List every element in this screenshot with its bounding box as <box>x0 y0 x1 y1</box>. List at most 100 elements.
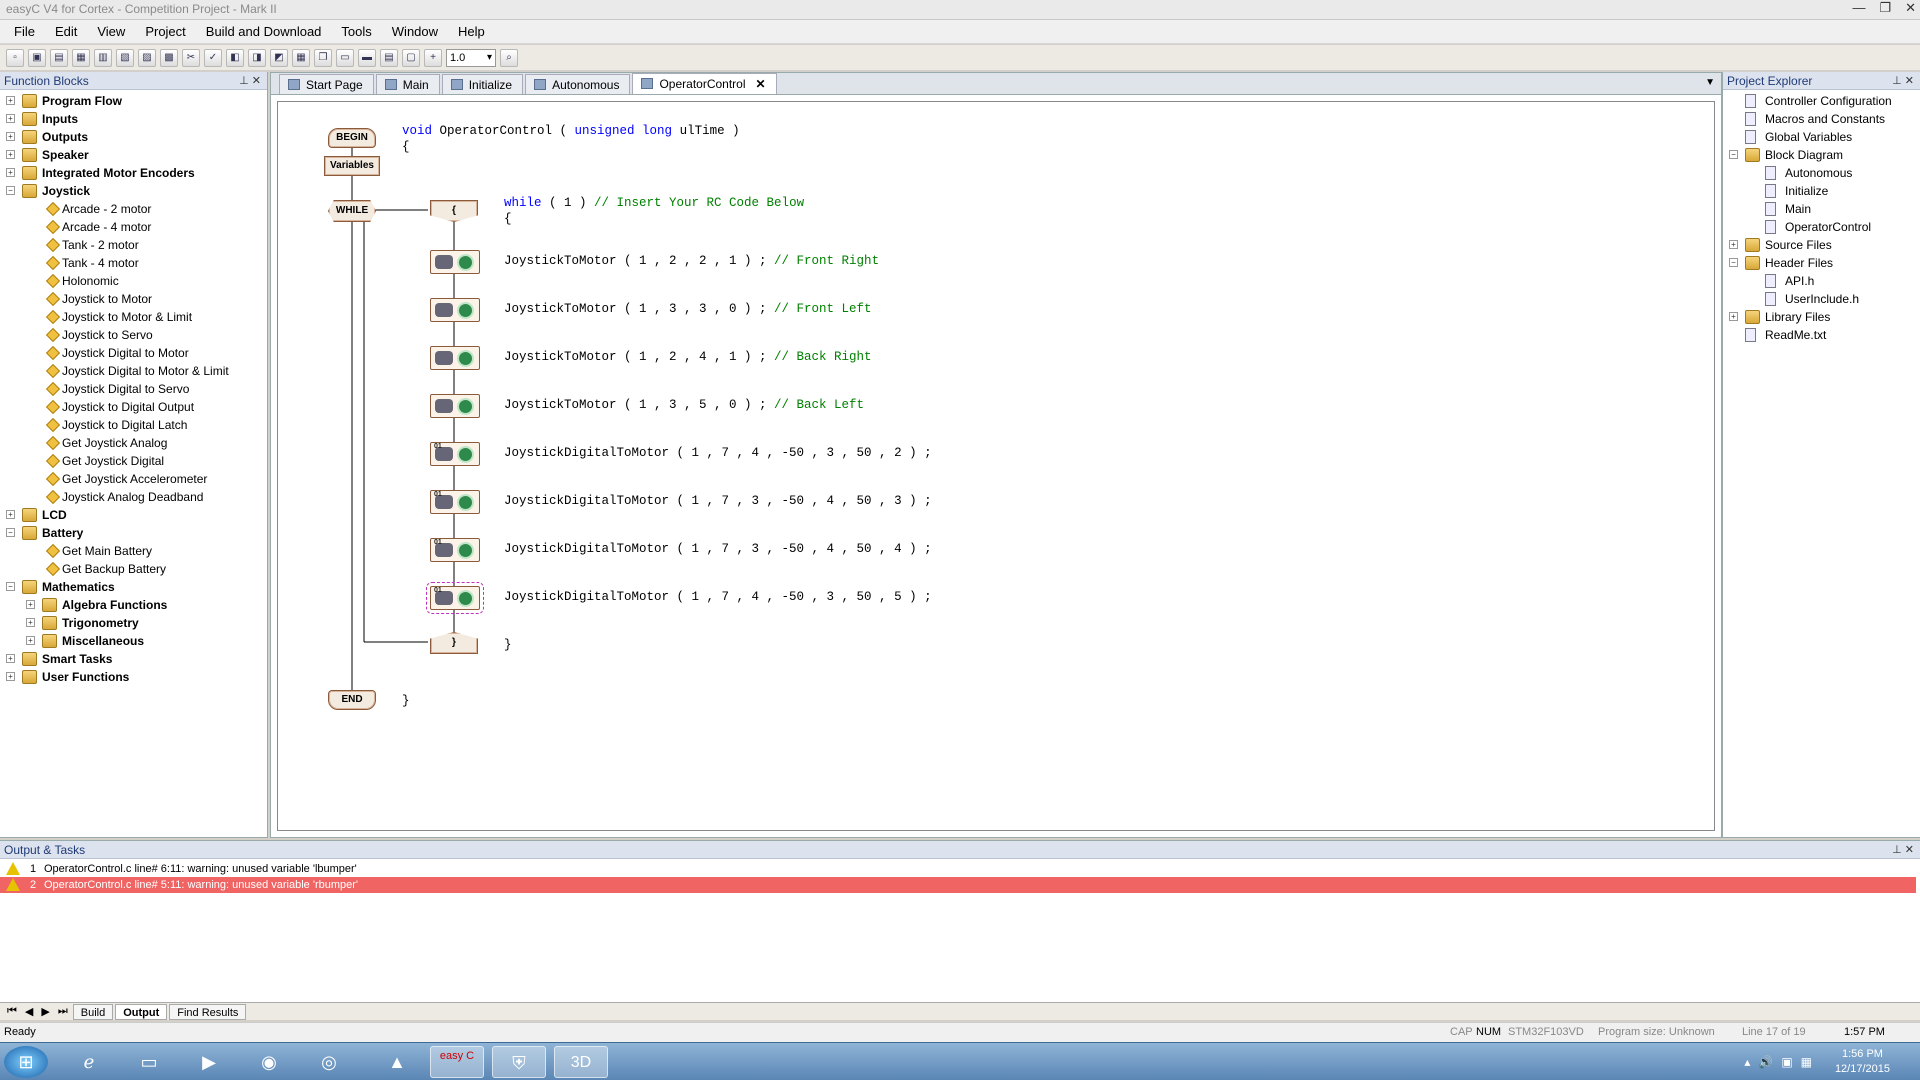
terminal-icon[interactable]: ▩ <box>160 48 178 67</box>
folder-icon[interactable]: ▢ <box>402 48 420 67</box>
tree-item[interactable]: + Program Flow <box>0 92 267 110</box>
easyc-taskbar-icon[interactable]: easy C <box>430 1046 484 1078</box>
tree-item[interactable]: OperatorControl <box>1723 218 1920 236</box>
tree-item[interactable]: Get Main Battery <box>0 542 267 560</box>
tab-start-page[interactable]: Start Page <box>279 74 374 94</box>
tree-item[interactable]: Macros and Constants <box>1723 110 1920 128</box>
tree-item[interactable]: + Smart Tasks <box>0 650 267 668</box>
tree-item[interactable]: − Battery <box>0 524 267 542</box>
maximize-button[interactable]: ❐ <box>1879 0 1891 16</box>
expand-icon[interactable]: + <box>6 168 15 177</box>
chrome-icon[interactable]: ◎ <box>302 1046 356 1078</box>
tree-item[interactable]: UserInclude.h <box>1723 290 1920 308</box>
new-file-icon[interactable]: ▫ <box>6 48 24 67</box>
minimize-button[interactable]: — <box>1852 0 1865 16</box>
joystick-digital-motor-block[interactable]: 01 <box>430 442 480 466</box>
tree-item[interactable]: Joystick Digital to Servo <box>0 380 267 398</box>
taskbar-clock[interactable]: 1:56 PM 12/17/2015 <box>1835 1047 1890 1077</box>
joystick-motor-block[interactable] <box>430 298 480 322</box>
collapse-icon[interactable]: − <box>1729 258 1738 267</box>
flowchart-canvas[interactable]: BEGIN Variables WHILE { } END void Opera… <box>277 101 1715 831</box>
check-icon[interactable]: ✓ <box>204 48 222 67</box>
tree-item[interactable]: Get Joystick Analog <box>0 434 267 452</box>
menu-view[interactable]: View <box>87 24 135 39</box>
tree-item[interactable]: ReadMe.txt <box>1723 326 1920 344</box>
tree-item[interactable]: + User Functions <box>0 668 267 686</box>
monitor-icon[interactable]: ▭ <box>336 48 354 67</box>
tree-item[interactable]: + Outputs <box>0 128 267 146</box>
begin-block[interactable]: BEGIN <box>328 128 376 148</box>
tree-item[interactable]: − Header Files <box>1723 254 1920 272</box>
tree-item[interactable]: Joystick to Digital Output <box>0 398 267 416</box>
tree-item[interactable]: + LCD <box>0 506 267 524</box>
tree-item[interactable]: − Joystick <box>0 182 267 200</box>
tree-item[interactable]: Holonomic <box>0 272 267 290</box>
cut-icon[interactable]: ✂ <box>182 48 200 67</box>
tree-item[interactable]: Initialize <box>1723 182 1920 200</box>
close-tab-icon[interactable]: ✕ <box>756 77 766 91</box>
tree-item[interactable]: Joystick Digital to Motor <box>0 344 267 362</box>
output-nav-icon[interactable]: ⏮ <box>4 1005 20 1018</box>
pin-close-icons[interactable]: ⊥ ✕ <box>1892 841 1914 859</box>
end-block[interactable]: END <box>328 690 376 710</box>
expand-icon[interactable]: + <box>6 672 15 681</box>
tree-item[interactable]: API.h <box>1723 272 1920 290</box>
tree-item[interactable]: Joystick to Motor & Limit <box>0 308 267 326</box>
expand-icon[interactable]: + <box>1729 240 1738 249</box>
tree-item[interactable]: Joystick to Digital Latch <box>0 416 267 434</box>
menu-build-and-download[interactable]: Build and Download <box>196 24 332 39</box>
joystick-digital-motor-block[interactable]: 01 <box>430 538 480 562</box>
tab-operatorcontrol[interactable]: OperatorControl ✕ <box>632 73 777 94</box>
variables-block[interactable]: Variables <box>324 156 380 176</box>
tree-item[interactable]: Get Joystick Digital <box>0 452 267 470</box>
menu-edit[interactable]: Edit <box>45 24 87 39</box>
pin-close-icons[interactable]: ⊥ ✕ <box>239 72 261 90</box>
expand-icon[interactable]: + <box>6 150 15 159</box>
tree-item[interactable]: Get Backup Battery <box>0 560 267 578</box>
tree-item[interactable]: + Miscellaneous <box>0 632 267 650</box>
tree-item[interactable]: Joystick to Servo <box>0 326 267 344</box>
zoom-select[interactable]: 1.0 <box>446 48 496 67</box>
joystick-digital-motor-block[interactable]: 01 <box>426 582 484 614</box>
output-row[interactable]: 2 OperatorControl.c line# 5:11: warning: … <box>0 877 1916 893</box>
output-tab-output[interactable]: Output <box>115 1003 168 1020</box>
tree-item[interactable]: Joystick Digital to Motor & Limit <box>0 362 267 380</box>
output-nav-icon[interactable]: ▶ <box>38 1005 52 1018</box>
expand-icon[interactable]: + <box>6 510 15 519</box>
tab-autonomous[interactable]: Autonomous <box>525 74 631 94</box>
close-button[interactable]: ✕ <box>1905 0 1916 16</box>
online-window-icon[interactable]: ◧ <box>226 48 244 67</box>
joystick-motor-block[interactable] <box>430 250 480 274</box>
expand-icon[interactable]: + <box>26 618 35 627</box>
tree-item[interactable]: Tank - 2 motor <box>0 236 267 254</box>
new-project-icon[interactable]: ▣ <box>28 48 46 67</box>
tree-item[interactable]: + Inputs <box>0 110 267 128</box>
menu-tools[interactable]: Tools <box>331 24 381 39</box>
tree-item[interactable]: − Block Diagram <box>1723 146 1920 164</box>
collapse-icon[interactable]: − <box>6 528 15 537</box>
expand-icon[interactable]: + <box>6 654 15 663</box>
zoom-in-icon[interactable]: + <box>424 48 442 67</box>
media-player-icon[interactable]: ▶ <box>182 1046 236 1078</box>
tab-initialize[interactable]: Initialize <box>441 74 524 94</box>
tree-item[interactable]: Arcade - 4 motor <box>0 218 267 236</box>
expand-icon[interactable]: + <box>26 600 35 609</box>
tree-item[interactable]: + Library Files <box>1723 308 1920 326</box>
joystick-digital-motor-block[interactable]: 01 <box>430 490 480 514</box>
tree-item[interactable]: Global Variables <box>1723 128 1920 146</box>
tree-item[interactable]: Joystick to Motor <box>0 290 267 308</box>
output-row[interactable]: 1 OperatorControl.c line# 6:11: warning: … <box>0 861 1916 877</box>
output-nav-icon[interactable]: ◀ <box>22 1005 36 1018</box>
open-folder-icon[interactable]: ▤ <box>50 48 68 67</box>
collapse-icon[interactable]: − <box>6 582 15 591</box>
tab-dropdown-icon[interactable]: ▼ <box>1705 77 1715 88</box>
tree-item[interactable]: Get Joystick Accelerometer <box>0 470 267 488</box>
file-explorer-icon[interactable]: ▭ <box>122 1046 176 1078</box>
tree-item[interactable]: + Algebra Functions <box>0 596 267 614</box>
shield-icon[interactable]: ⛨ <box>492 1046 546 1078</box>
build-download-icon[interactable]: ▧ <box>116 48 134 67</box>
output-nav-icon[interactable]: ⏭ <box>55 1005 71 1018</box>
menu-file[interactable]: File <box>4 24 45 39</box>
menu-window[interactable]: Window <box>382 24 448 39</box>
save-icon[interactable]: ▦ <box>72 48 90 67</box>
